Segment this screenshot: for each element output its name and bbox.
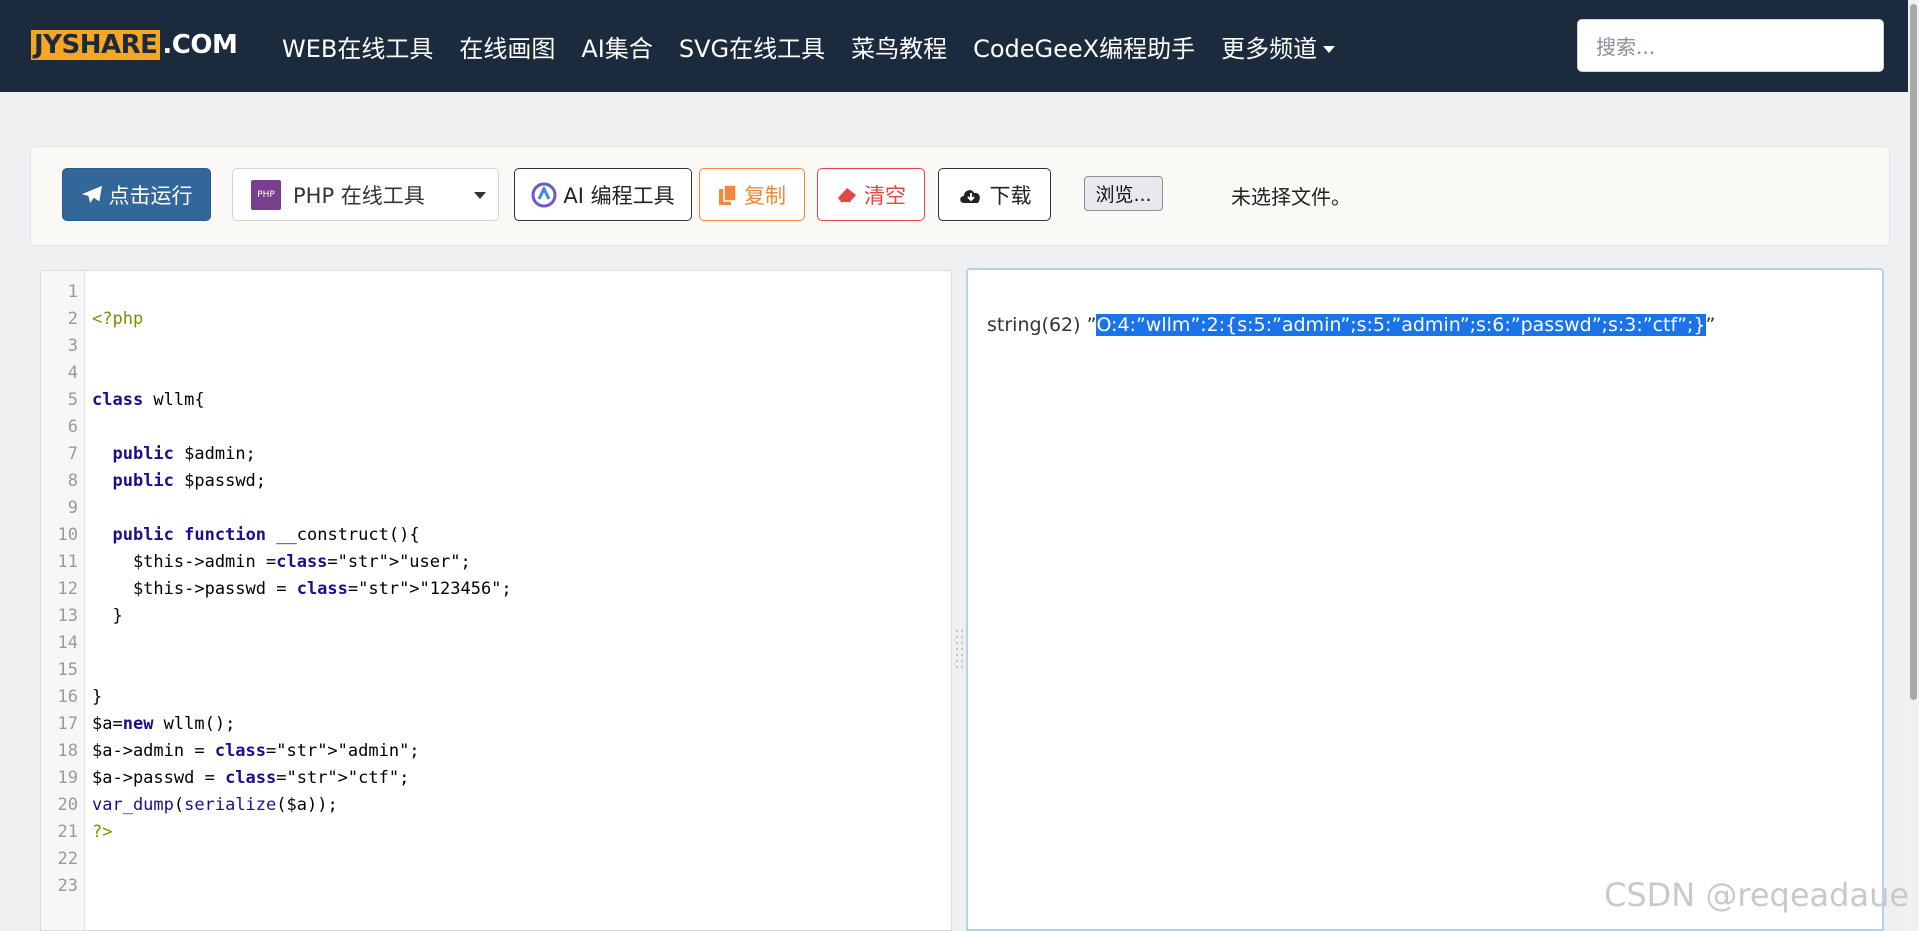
nav-runoob[interactable]: 菜鸟教程 xyxy=(851,29,947,64)
line-number: 1 xyxy=(67,282,78,302)
ai-tool-label: AI 编程工具 xyxy=(563,183,675,208)
code-line: $this->passwd = class="str">"123456"; xyxy=(92,579,512,599)
chevron-down-icon xyxy=(474,192,486,199)
top-navbar: JYSHARE .COM WEB在线工具 在线画图 AI集合 SVG在线工具 菜… xyxy=(0,0,1919,92)
line-number: 22 xyxy=(57,849,78,869)
clear-label: 清空 xyxy=(864,183,906,208)
code-line: $a=new wllm(); xyxy=(92,714,236,734)
search-placeholder: 搜索... xyxy=(1596,35,1656,59)
line-number: 9 xyxy=(67,498,78,518)
line-number: 17 xyxy=(57,714,78,734)
send-icon xyxy=(81,185,102,203)
download-button[interactable]: 下载 xyxy=(938,168,1051,221)
line-number: 16 xyxy=(57,687,78,707)
code-line: ?> xyxy=(92,822,113,842)
page-scrollbar[interactable] xyxy=(1908,0,1919,931)
code-editor[interactable]: 1 2 3 4 5 6 7 8 9 10 11 12 13 14 15 16 1… xyxy=(40,270,952,931)
code-line: <?php xyxy=(92,309,144,329)
nav-web-tools[interactable]: WEB在线工具 xyxy=(282,29,433,64)
nav-more-label: 更多频道 xyxy=(1221,34,1318,63)
caret-down-icon xyxy=(1323,46,1336,53)
nav-svg-tools[interactable]: SVG在线工具 xyxy=(679,29,825,64)
code-line: public $passwd; xyxy=(112,471,267,491)
code-line: var_dump(serialize($a)); xyxy=(92,795,338,815)
line-number: 19 xyxy=(57,768,78,788)
code-line: $this->admin =class="str">"user"; xyxy=(92,552,471,572)
line-number: 13 xyxy=(57,606,78,626)
line-number: 18 xyxy=(57,741,78,761)
logo-suffix: .COM xyxy=(162,30,238,60)
clear-button[interactable]: 清空 xyxy=(817,168,925,221)
browse-file-button[interactable]: 浏览... xyxy=(1084,176,1163,211)
site-logo[interactable]: JYSHARE .COM xyxy=(31,29,238,61)
code-line: public function __construct(){ xyxy=(112,525,420,545)
line-number-gutter: 1 2 3 4 5 6 7 8 9 10 11 12 13 14 15 16 1… xyxy=(41,271,85,930)
splitter-handle[interactable] xyxy=(956,628,964,674)
language-select-label: PHP 在线工具 xyxy=(293,183,425,208)
line-number: 3 xyxy=(67,336,78,356)
run-label: 点击运行 xyxy=(108,183,193,208)
output-panel[interactable]: string(62) ”O:4:”wllm”:2:{s:5:”admin”;s:… xyxy=(966,268,1884,931)
eraser-icon xyxy=(838,187,856,204)
output-suffix: ” xyxy=(1705,314,1716,336)
line-number: 12 xyxy=(57,579,78,599)
copy-label: 复制 xyxy=(744,183,786,208)
line-number: 21 xyxy=(57,822,78,842)
download-label: 下载 xyxy=(989,183,1032,208)
line-number: 11 xyxy=(57,552,78,572)
copy-button[interactable]: 复制 xyxy=(699,168,805,221)
code-line: public $admin; xyxy=(112,444,256,464)
line-number: 23 xyxy=(57,876,78,896)
line-number: 6 xyxy=(67,417,78,437)
logo-main: JYSHARE xyxy=(31,30,161,60)
code-line: class wllm{ xyxy=(92,390,205,410)
line-number: 10 xyxy=(57,525,78,545)
run-button[interactable]: 点击运行 xyxy=(62,168,211,221)
nav-codegeex[interactable]: CodeGeeX编程助手 xyxy=(973,29,1195,64)
code-line: $a->passwd = class="str">"ctf"; xyxy=(92,768,410,788)
line-number: 20 xyxy=(57,795,78,815)
copy-icon xyxy=(719,183,737,205)
php-icon: PHP xyxy=(251,179,281,210)
line-number: 5 xyxy=(67,390,78,410)
toolbar-card: 点击运行 PHP PHP 在线工具 AI 编程工具 复制 清空 下载 浏览...… xyxy=(30,146,1890,246)
code-line: } xyxy=(92,606,123,626)
code-line: $a->admin = class="str">"admin"; xyxy=(92,741,420,761)
nav-ai[interactable]: AI集合 xyxy=(581,29,653,64)
ai-tool-button[interactable]: AI 编程工具 xyxy=(514,168,692,221)
line-number: 15 xyxy=(57,660,78,680)
language-select[interactable]: PHP PHP 在线工具 xyxy=(232,168,499,221)
nav-more-dropdown[interactable]: 更多频道 xyxy=(1221,29,1336,64)
output-prefix: string(62) ” xyxy=(987,314,1097,336)
line-number: 4 xyxy=(67,363,78,383)
output-text: string(62) ”O:4:”wllm”:2:{s:5:”admin”;s:… xyxy=(987,314,1715,336)
code-line: } xyxy=(92,687,103,707)
line-number: 7 xyxy=(67,444,78,464)
search-input[interactable]: 搜索... xyxy=(1577,19,1884,72)
line-number: 8 xyxy=(67,471,78,491)
nav-drawing[interactable]: 在线画图 xyxy=(459,29,555,64)
nav-links: WEB在线工具 在线画图 AI集合 SVG在线工具 菜鸟教程 CodeGeeX编… xyxy=(282,28,1361,64)
line-number: 14 xyxy=(57,633,78,653)
scrollbar-thumb[interactable] xyxy=(1910,4,1917,700)
output-selection: O:4:”wllm”:2:{s:5:”admin”;s:5:”admin”;s:… xyxy=(1096,314,1706,336)
line-number: 2 xyxy=(67,309,78,329)
ai-icon xyxy=(531,182,557,207)
cloud-download-icon xyxy=(959,189,980,203)
watermark: CSDN @reqeadaue xyxy=(1604,876,1910,914)
no-file-label: 未选择文件。 xyxy=(1231,185,1351,209)
